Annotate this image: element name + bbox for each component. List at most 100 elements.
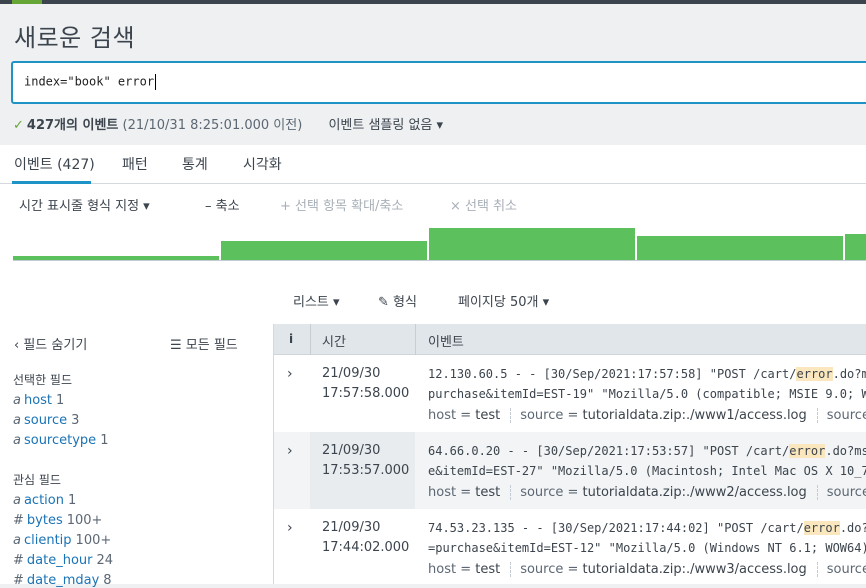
hide-fields-button[interactable]: ‹ 필드 숨기기 xyxy=(14,334,87,353)
timeline-bar[interactable] xyxy=(845,234,866,260)
field-item[interactable]: # date_mday 8 xyxy=(13,573,112,588)
event-date: 21/09/30 xyxy=(322,520,381,535)
field-name[interactable]: date_mday xyxy=(27,573,99,588)
event-line-1: 64.66.0.20 - - [30/Sep/2021:17:53:57] "P… xyxy=(428,444,866,458)
expand-chevron-icon[interactable]: › xyxy=(287,520,293,536)
field-item[interactable]: # date_hour 24 xyxy=(13,553,113,568)
field-item[interactable]: a sourcetype 1 xyxy=(13,433,108,448)
time-cell: 21/09/30 17:53:57.000 xyxy=(310,432,415,509)
time-format-dropdown[interactable]: 시간 표시줄 형식 지정 ▾ xyxy=(19,195,150,214)
tab-visualization[interactable]: 시각화 xyxy=(243,154,282,174)
field-name[interactable]: action xyxy=(24,493,64,508)
expand-chevron-icon[interactable]: › xyxy=(287,366,293,382)
field-name[interactable]: source xyxy=(24,413,67,428)
time-cell: 21/09/30 17:44:02.000 xyxy=(310,509,415,584)
sampling-dropdown[interactable]: 이벤트 샘플링 없음 ▾ xyxy=(328,118,443,133)
event-line-2: purchase&itemId=EST-19" "Mozilla/5.0 (co… xyxy=(428,387,866,401)
source-value[interactable]: tutorialdata.zip:./www3/access.log xyxy=(583,562,807,577)
field-name[interactable]: date_hour xyxy=(27,553,93,568)
event-time: 17:57:58.000 xyxy=(322,386,410,401)
column-divider xyxy=(310,324,311,355)
field-name[interactable]: clientip xyxy=(24,533,72,548)
field-name[interactable]: sourcetype xyxy=(24,433,96,448)
event-text: .do?msg xyxy=(832,367,866,381)
search-highlight[interactable]: error xyxy=(803,521,840,535)
source-label: source = xyxy=(520,562,579,577)
event-text: 64.66.0.20 - - [30/Sep/2021:17:53:57] "P… xyxy=(428,444,790,458)
sourcetype-label: sourcetyp xyxy=(826,562,866,577)
host-value[interactable]: test xyxy=(475,562,500,577)
tab-events[interactable]: 이벤트 (427) xyxy=(14,154,95,174)
tab-events-label: 이벤트 (427) xyxy=(14,157,95,173)
source-value[interactable]: tutorialdata.zip:./www1/access.log xyxy=(583,408,807,423)
fields-sidebar: ‹ 필드 숨기기 ☰ 모든 필드 선택한 필드 a host 1 a source 3 … xyxy=(0,324,274,588)
field-item[interactable]: # bytes 100+ xyxy=(13,513,102,528)
tab-statistics[interactable]: 통계 xyxy=(182,154,208,174)
per-page-dropdown[interactable]: 페이지당 50개 ▾ xyxy=(458,291,549,310)
field-item[interactable]: a source 3 xyxy=(13,413,79,428)
event-fields: host = test source = tutorialdata.zip:./w… xyxy=(428,408,866,423)
field-count: 100+ xyxy=(75,533,112,548)
deselect-button[interactable]: × 선택 취소 xyxy=(450,195,517,214)
pencil-icon: ✎ xyxy=(378,295,389,310)
event-column-header[interactable]: 이벤트 xyxy=(428,331,464,350)
selected-fields-heading: 선택한 필드 xyxy=(13,373,73,387)
table-row: › 21/09/30 17:44:02.000 74.53.23.135 - -… xyxy=(274,509,866,584)
event-timeline[interactable] xyxy=(0,224,866,274)
field-item[interactable]: a clientip 100+ xyxy=(13,533,111,548)
tab-patterns[interactable]: 패턴 xyxy=(122,154,148,174)
timeline-bar[interactable] xyxy=(637,236,843,260)
zoom-selection-button[interactable]: + 선택 항목 확대/축소 xyxy=(280,195,403,214)
result-tabs: 이벤트 (427) 패턴 통계 시각화 xyxy=(0,145,866,184)
event-time: 17:44:02.000 xyxy=(322,540,410,555)
hide-fields-label: 필드 숨기기 xyxy=(23,338,88,353)
column-divider xyxy=(415,324,416,355)
number-type-icon: # xyxy=(13,573,24,588)
timeline-bar[interactable] xyxy=(221,241,427,260)
search-highlight[interactable]: error xyxy=(789,444,826,458)
field-name[interactable]: bytes xyxy=(27,513,63,528)
event-line-2: e&itemId=EST-27" "Mozilla/5.0 (Macintosh… xyxy=(428,464,866,478)
host-value[interactable]: test xyxy=(475,408,500,423)
host-value[interactable]: test xyxy=(475,485,500,500)
source-label: source = xyxy=(520,485,579,500)
source-value[interactable]: tutorialdata.zip:./www2/access.log xyxy=(583,485,807,500)
number-type-icon: # xyxy=(13,553,24,568)
host-label: host = xyxy=(428,485,472,500)
search-status: ✓ 427개의 이벤트 (21/10/31 8:25:01.000 이전) 이벤트… xyxy=(13,114,443,133)
field-item[interactable]: a host 1 xyxy=(13,393,64,408)
search-query[interactable]: index="book" error xyxy=(24,75,154,89)
expand-chevron-icon[interactable]: › xyxy=(287,443,293,459)
all-fields-button[interactable]: ☰ 모든 필드 xyxy=(170,334,238,353)
zoom-out-button[interactable]: – 축소 xyxy=(205,195,240,214)
check-icon: ✓ xyxy=(13,118,24,133)
event-line-1: 12.130.60.5 - - [30/Sep/2021:17:57:58] "… xyxy=(428,367,866,381)
field-count: 100+ xyxy=(66,513,103,528)
time-column-header[interactable]: 시간 xyxy=(322,331,346,350)
event-count: 427개의 이벤트 xyxy=(26,118,119,133)
event-fields: host = test source = tutorialdata.zip:./w… xyxy=(428,562,866,577)
timeline-bar[interactable] xyxy=(429,228,635,260)
field-separator xyxy=(816,562,818,577)
field-name[interactable]: host xyxy=(24,393,52,408)
format-button[interactable]: ✎ 형식 xyxy=(378,291,417,310)
search-highlight[interactable]: error xyxy=(796,367,833,381)
list-view-dropdown[interactable]: 리스트 ▾ xyxy=(293,291,340,310)
string-type-icon: a xyxy=(13,493,21,508)
field-count: 8 xyxy=(103,573,112,588)
search-input[interactable]: index="book" error xyxy=(11,61,866,104)
field-separator xyxy=(510,485,512,500)
table-row: › 21/09/30 17:57:58.000 12.130.60.5 - - … xyxy=(274,355,866,432)
interesting-fields-heading: 관심 필드 xyxy=(13,473,61,487)
page-title: 새로운 검색 xyxy=(14,24,136,52)
event-date: 21/09/30 xyxy=(322,443,381,458)
source-label: source = xyxy=(520,408,579,423)
all-fields-label: 모든 필드 xyxy=(185,338,238,353)
event-line-1: 74.53.23.135 - - [30/Sep/2021:17:44:02] … xyxy=(428,521,866,535)
field-item[interactable]: a action 1 xyxy=(13,493,76,508)
info-column-header[interactable]: i xyxy=(289,332,293,346)
string-type-icon: a xyxy=(13,413,21,428)
field-separator xyxy=(510,408,512,423)
event-text: .do?ms xyxy=(839,521,866,535)
events-table: i 시간 이벤트 › 21/09/30 17:57:58.000 12.130.… xyxy=(274,324,866,584)
